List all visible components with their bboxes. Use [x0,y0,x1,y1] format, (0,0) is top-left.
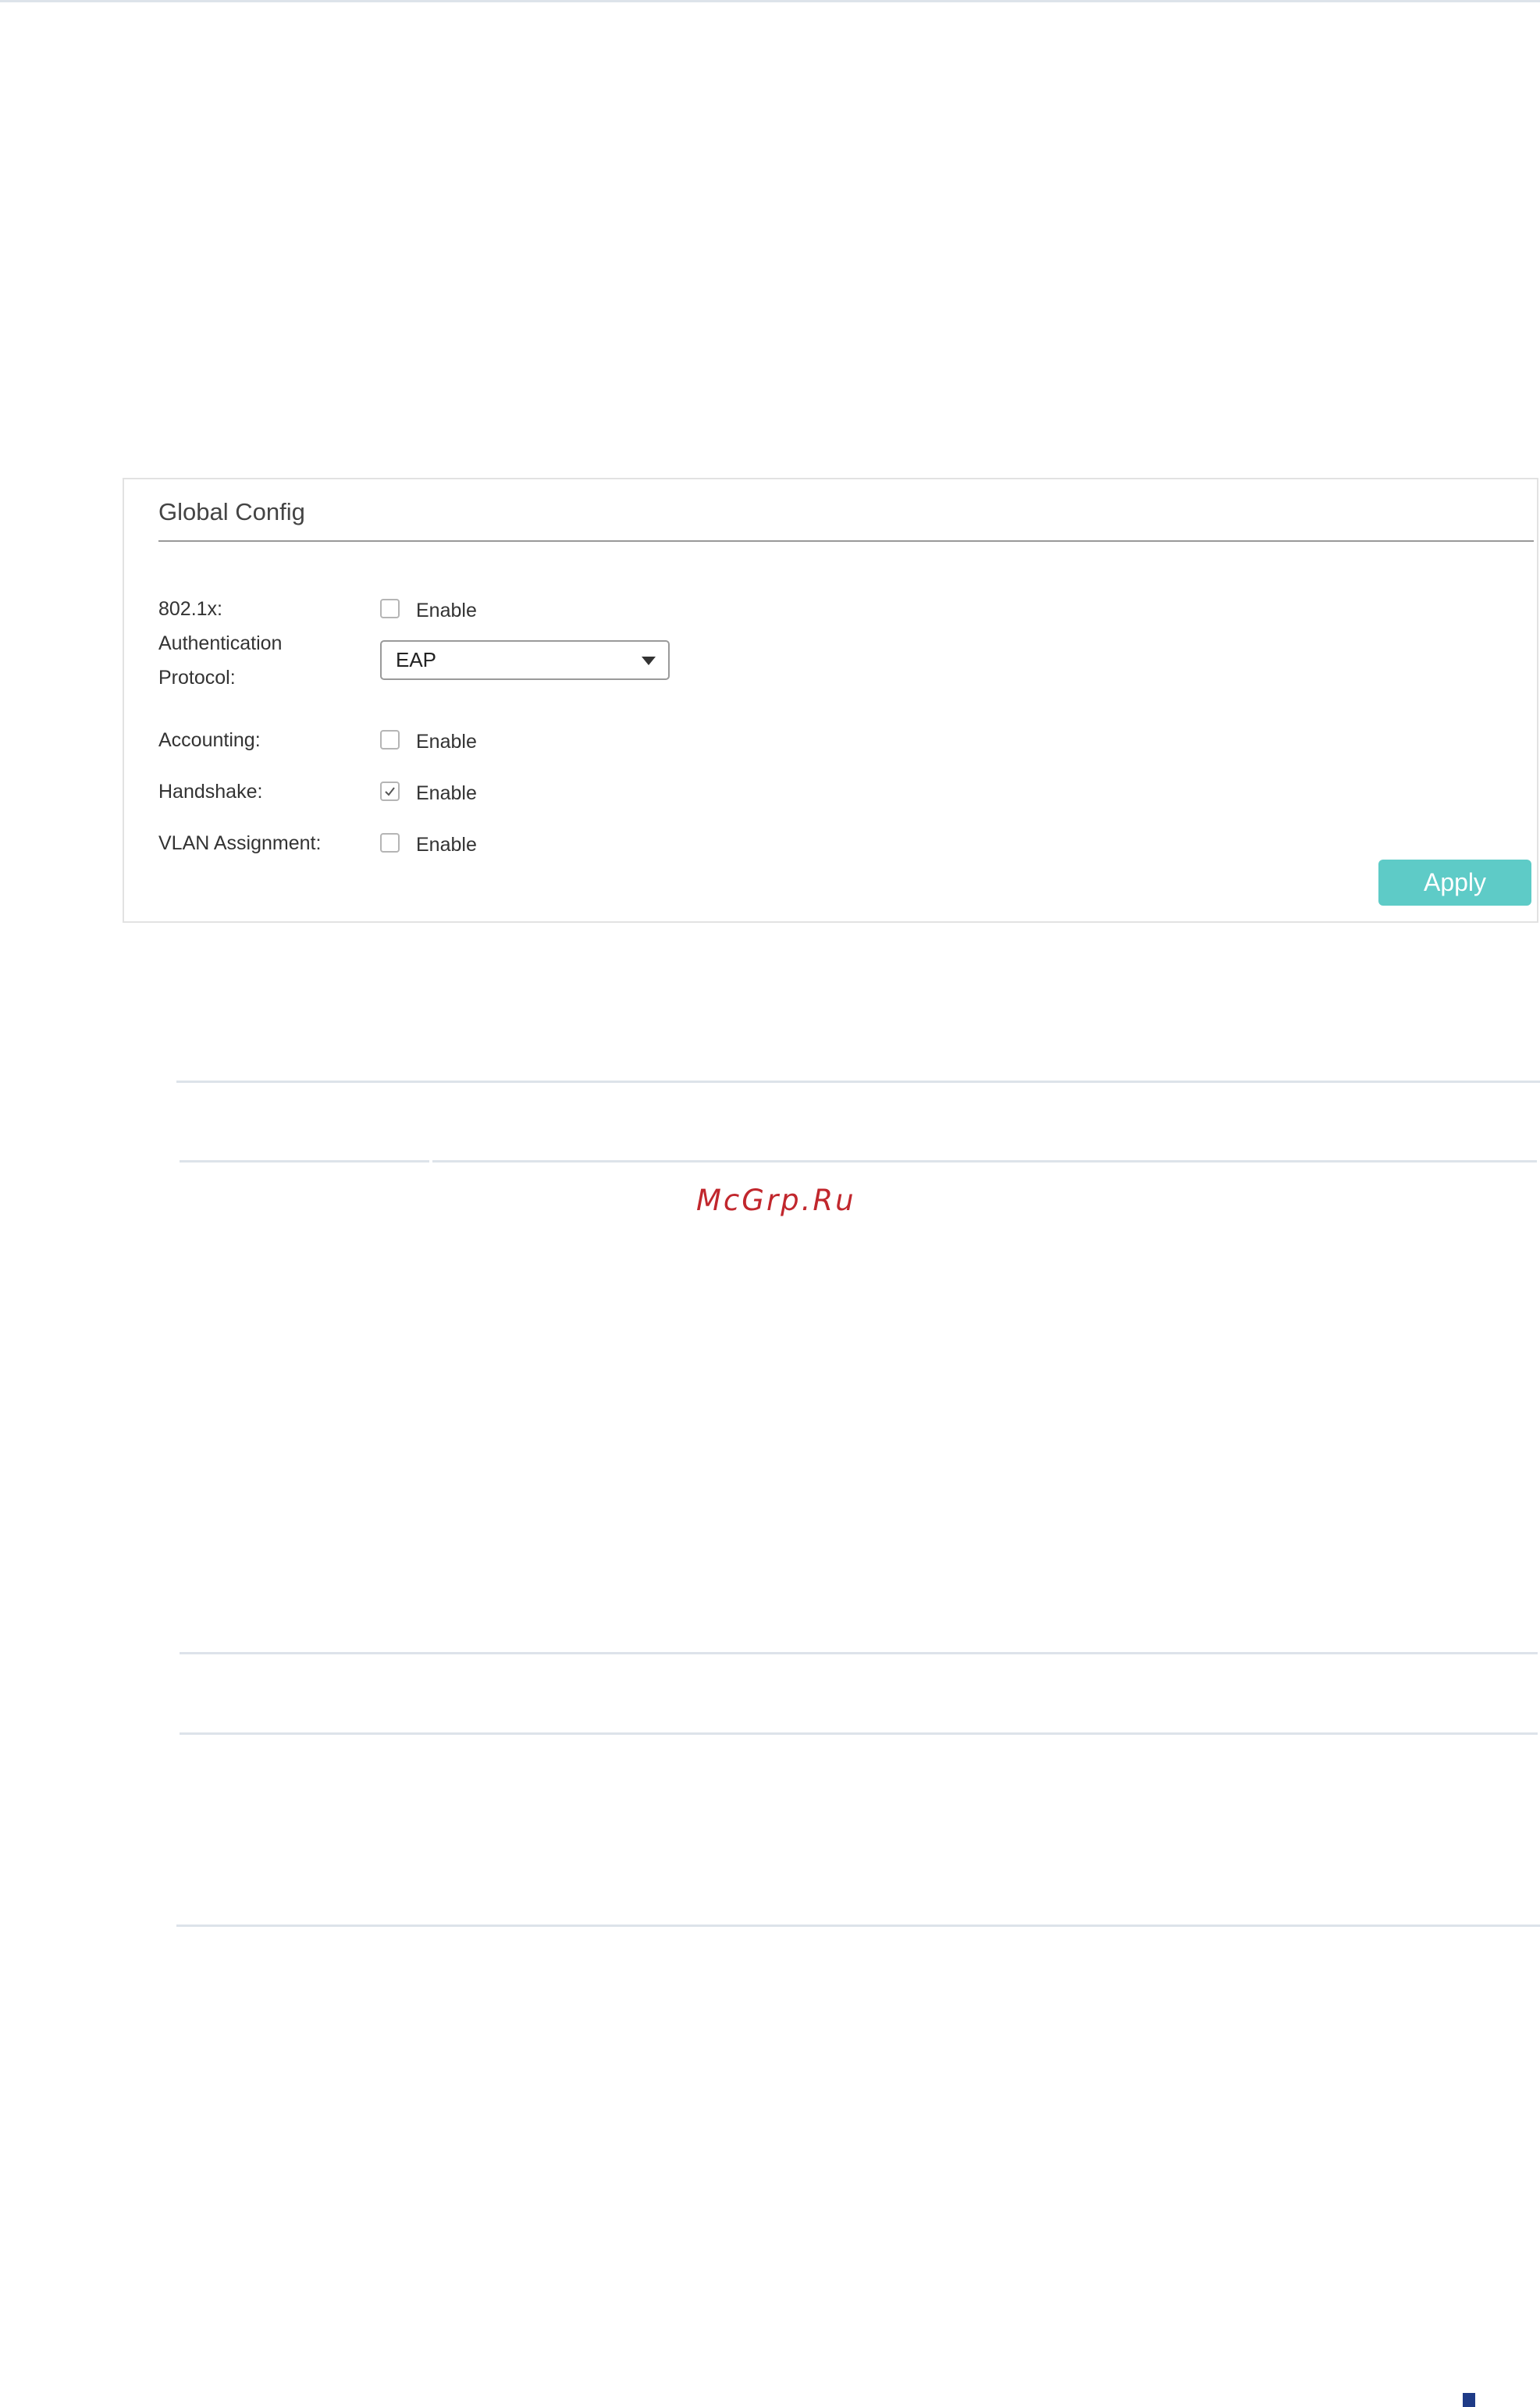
panel-title: Global Config [158,498,305,525]
auth-protocol-selected-value: EAP [396,648,437,671]
top-divider [0,0,1540,2]
table-1-header-rule-left [180,1160,429,1163]
table-2-header-rule [180,1732,1538,1735]
vlan-assignment-checkbox[interactable] [380,833,400,853]
checkmark-icon [385,787,395,796]
handshake-checkbox[interactable] [380,782,400,801]
accounting-enable-label[interactable]: Enable [416,731,477,753]
panel-title-divider [158,540,1534,542]
handshake-enable-label[interactable]: Enable [416,782,477,805]
dot1x-checkbox[interactable] [380,599,400,618]
vlan-assignment-label: VLAN Assignment: [158,832,322,854]
watermark-text: McGrp.Ru [696,1184,856,1217]
global-config-panel: Global Config 802.1x: Enable Authenticat… [123,478,1538,923]
page-corner-mark [1463,2393,1475,2407]
dot1x-label: 802.1x: [158,598,223,620]
apply-button[interactable]: Apply [1378,860,1531,906]
auth-protocol-label: Authentication Protocol: [158,632,283,689]
dot1x-enable-label[interactable]: Enable [416,600,477,622]
auth-protocol-select[interactable]: EAP [380,640,670,680]
accounting-checkbox[interactable] [380,730,400,750]
handshake-label: Handshake: [158,781,263,803]
vlan-assignment-enable-label[interactable]: Enable [416,834,477,856]
table-1-top-rule [176,1081,1540,1083]
table-2-bottom-rule [176,1925,1540,1927]
table-1-header-rule-right [432,1160,1537,1163]
chevron-down-icon [642,657,656,665]
accounting-label: Accounting: [158,729,261,751]
table-2-top-rule [180,1652,1538,1654]
